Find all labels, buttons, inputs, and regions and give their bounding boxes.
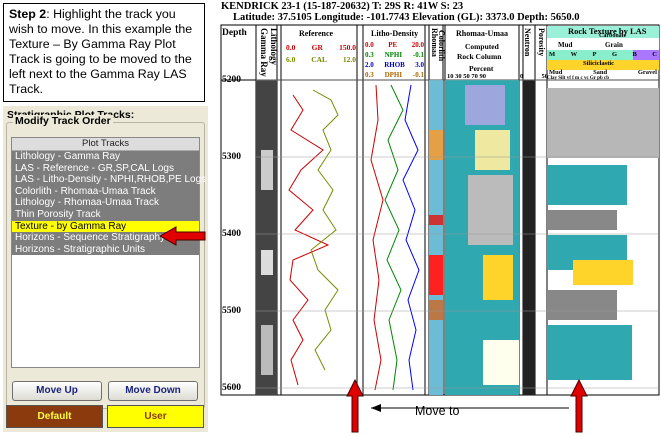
computed-label: Computed xyxy=(465,42,499,51)
depth-5400: 5400 xyxy=(222,229,241,239)
modify-track-order-group: Modify Track Order Plot Tracks Lithology… xyxy=(6,115,206,409)
siliciclastic-groups: Mud Sand Gravel xyxy=(549,69,657,76)
depth-5300: 5300 xyxy=(222,152,241,162)
move-down-button[interactable]: Move Down xyxy=(108,381,198,401)
move-annotation xyxy=(346,378,588,433)
percent-ticks: 10 30 50 70 90 xyxy=(447,73,486,80)
track-title-porosity: Porosity xyxy=(537,28,546,57)
cal-scale: 6.0 CAL 12.0 xyxy=(286,55,356,64)
pe-scale: 0.0 PE 20.0 xyxy=(365,41,424,49)
depth-5600: 5600 xyxy=(222,383,241,393)
stratigraphic-plot: KENDRICK 23-1 (15-187-20632) T: 29S R: 4… xyxy=(213,0,661,436)
track-title-rhomaa-umaa: Rhomaa-Umaa xyxy=(456,29,508,38)
depth-5200: 5200 xyxy=(222,75,241,85)
list-header: Plot Tracks xyxy=(12,138,199,151)
default-button[interactable]: Default xyxy=(6,405,103,428)
rock-column-label: Rock Column xyxy=(457,52,502,61)
gr-scale: 0.0 GR 150.0 xyxy=(286,43,356,52)
track-title-neutron: Neutron xyxy=(523,28,532,57)
instruction-box: Step 2: Highlight the track you wish to … xyxy=(3,3,205,102)
selection-arrow-icon xyxy=(158,226,206,246)
move-up-button[interactable]: Move Up xyxy=(12,381,102,401)
track-title-colorlith: Colorlith xyxy=(437,30,446,62)
track-title-litho-density: Litho-Density xyxy=(371,29,419,38)
track-title-reference: Reference xyxy=(299,29,334,38)
list-item[interactable]: Lithology - Rhomaa-Umaa Track xyxy=(12,197,199,209)
list-item[interactable]: Thin Porosity Track xyxy=(12,208,199,221)
list-item[interactable]: Colorlith - Rhomaa-Umaa Track xyxy=(12,185,199,198)
step-label: Step 2 xyxy=(9,7,47,21)
texture-mud-label: Mud xyxy=(558,41,573,49)
list-empty-area xyxy=(12,286,199,367)
siliciclastic-columns: Clay Silt vf f m c vc Gr pb cb xyxy=(547,76,609,81)
list-item[interactable]: LAS - Reference - GR,SP,CAL Logs xyxy=(12,162,199,175)
nphi-scale: 0.3 NPHI -0.1 xyxy=(365,51,424,59)
user-button[interactable]: User xyxy=(107,405,204,428)
move-direction-arrow-icon xyxy=(371,404,381,412)
siliciclastic-label: Siliciclastic xyxy=(583,60,615,67)
list-item[interactable]: LAS - Litho-Density - NPHI,RHOB,PE Logs xyxy=(12,174,206,186)
depth-5500: 5500 xyxy=(222,306,241,316)
dphi-scale: 0.3 DPHI -0.1 xyxy=(365,71,424,79)
percent-label: Percent xyxy=(469,64,494,73)
rhob-scale: 2.0 RHOB 3.0 xyxy=(365,61,424,69)
target-arrow-icon xyxy=(346,378,364,433)
source-arrow-icon xyxy=(570,378,588,433)
depth-title: Depth xyxy=(222,28,247,38)
move-to-label: Move to xyxy=(415,404,460,418)
list-item[interactable]: Lithology - Gamma Ray xyxy=(12,151,199,163)
texture-grain-label: Grain xyxy=(605,41,623,49)
carbonate-columns: MWPGBC xyxy=(549,51,657,58)
track-title-lithology-gr: Lithology Gamma Ray xyxy=(259,28,279,77)
group-label: Modify Track Order xyxy=(13,115,113,127)
stratigraphic-tracks-panel: Stratigraphic Plot Tracks: Modify Track … xyxy=(3,106,208,432)
carbonate-label: Carbonate xyxy=(599,33,627,39)
plot-tracks-list[interactable]: Plot Tracks Lithology - Gamma Ray LAS - R… xyxy=(11,137,206,368)
neutron-scale: 0 50 xyxy=(520,73,548,80)
